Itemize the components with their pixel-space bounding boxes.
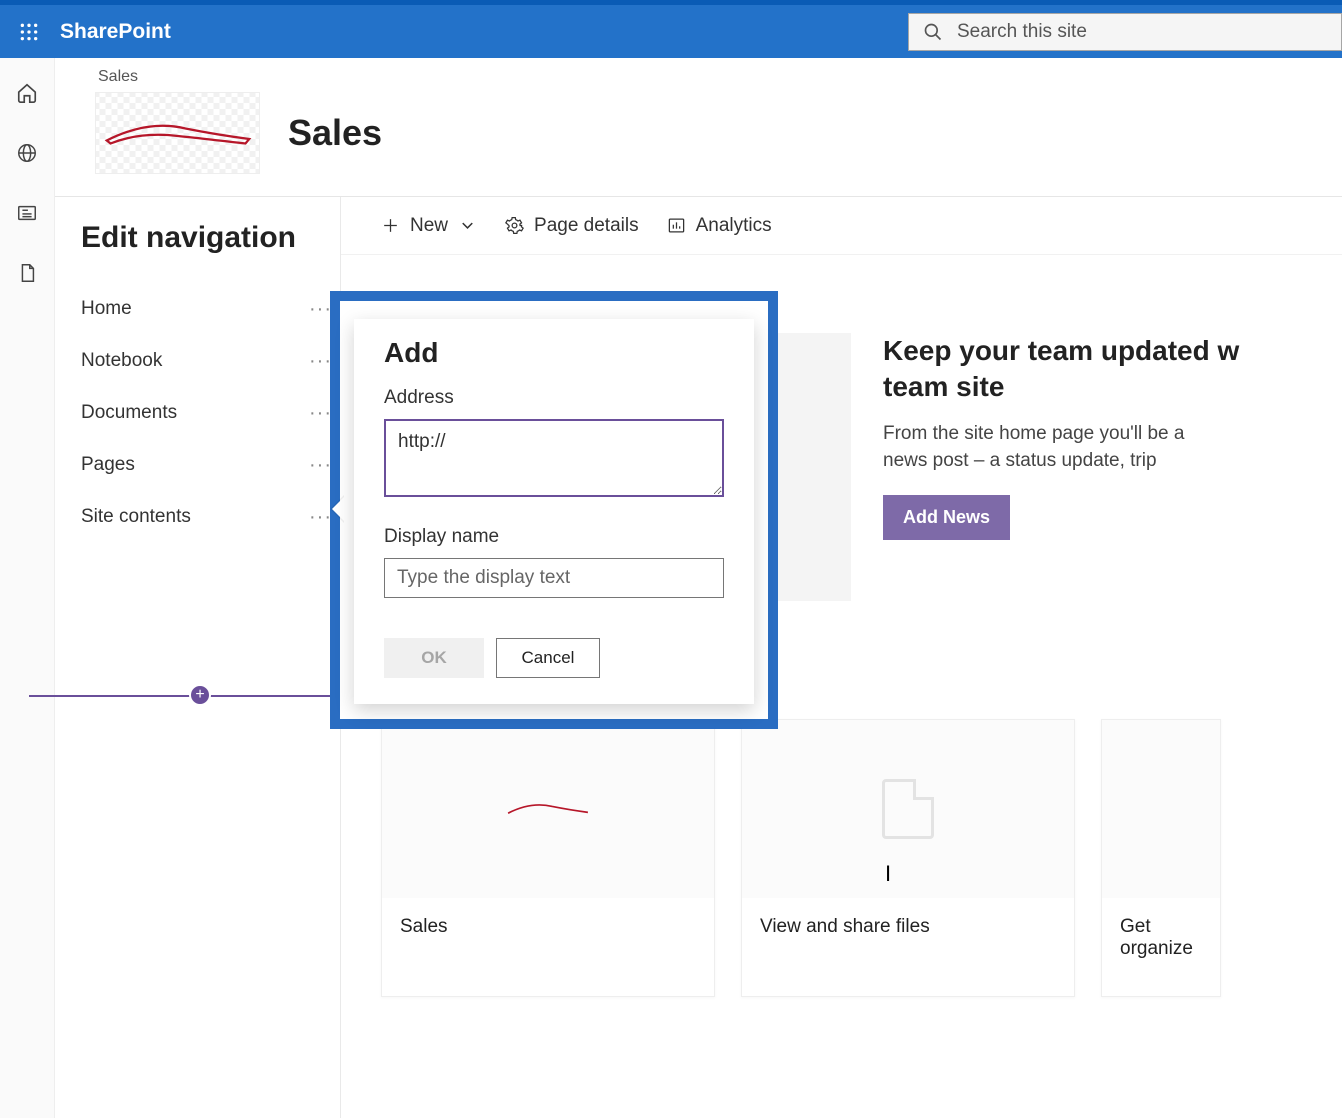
ellipsis-icon[interactable]: ··· (309, 402, 332, 425)
display-name-label: Display name (384, 526, 730, 548)
news-title: Keep your team updated wteam site (883, 333, 1239, 406)
new-button[interactable]: New (381, 215, 477, 237)
file-icon[interactable] (16, 262, 38, 284)
globe-icon[interactable] (16, 142, 38, 164)
quick-link-thumb (742, 720, 1074, 898)
gear-icon (505, 216, 524, 235)
search-icon (923, 22, 943, 42)
news-icon[interactable] (16, 202, 38, 224)
new-label: New (410, 215, 448, 237)
search-box[interactable] (908, 13, 1342, 51)
chevron-down-icon (458, 216, 477, 235)
document-icon (882, 779, 934, 839)
add-link-dialog-highlight: Add Address Display name OK Cancel I (330, 291, 778, 729)
nav-item-label: Site contents (81, 506, 191, 528)
add-link-insertion-line: + (29, 695, 340, 697)
edit-navigation-heading: Edit navigation (81, 221, 340, 255)
site-logo[interactable] (95, 92, 260, 174)
plus-icon (381, 216, 400, 235)
nav-item-label: Documents (81, 402, 177, 424)
app-launcher-icon[interactable] (0, 5, 58, 58)
nav-item-pages[interactable]: Pages ··· (81, 439, 340, 491)
quick-link-card[interactable]: View and share files (741, 719, 1075, 997)
quick-link-card[interactable]: Get organize (1101, 719, 1221, 997)
quick-link-title: Sales (382, 898, 714, 974)
nav-item-label: Pages (81, 454, 135, 476)
search-input[interactable] (957, 21, 1327, 43)
address-label: Address (384, 387, 730, 409)
nav-item-documents[interactable]: Documents ··· (81, 387, 340, 439)
nav-item-label: Notebook (81, 350, 162, 372)
ellipsis-icon[interactable]: ··· (309, 298, 332, 321)
page-details-label: Page details (534, 215, 639, 237)
suite-bar: SharePoint (0, 0, 1342, 58)
news-body: From the site home page you'll be a news… (883, 420, 1193, 475)
home-icon[interactable] (16, 82, 38, 104)
nav-item-notebook[interactable]: Notebook ··· (81, 335, 340, 387)
site-title: Sales (288, 112, 382, 154)
analytics-button[interactable]: Analytics (667, 215, 772, 237)
nav-item-site-contents[interactable]: Site contents ··· (81, 491, 340, 543)
address-input[interactable] (384, 419, 724, 497)
brand-label[interactable]: SharePoint (60, 20, 171, 44)
add-news-button[interactable]: Add News (883, 495, 1010, 540)
nav-item-label: Home (81, 298, 132, 320)
analytics-label: Analytics (696, 215, 772, 237)
site-header: Sales Sales (55, 58, 1342, 197)
command-bar: New Page details Analytics (341, 197, 1342, 255)
breadcrumb[interactable]: Sales (98, 68, 1342, 86)
add-link-dialog: Add Address Display name OK Cancel (354, 319, 754, 704)
cancel-button[interactable]: Cancel (496, 638, 600, 678)
page-details-button[interactable]: Page details (505, 215, 639, 237)
ok-button[interactable]: OK (384, 638, 484, 678)
quick-links-row: Sales View and share files Get organize (381, 719, 1342, 997)
quick-link-title: View and share files (742, 898, 1074, 974)
chart-icon (667, 216, 686, 235)
nav-item-home[interactable]: Home ··· (81, 283, 340, 335)
app-rail (0, 58, 55, 1118)
quick-link-thumb (1102, 720, 1220, 898)
quick-link-title: Get organize (1102, 898, 1220, 996)
add-link-button[interactable]: + (189, 684, 211, 706)
quick-link-thumb (382, 720, 714, 898)
display-name-input[interactable] (384, 558, 724, 598)
quick-link-card[interactable]: Sales (381, 719, 715, 997)
ellipsis-icon[interactable]: ··· (309, 454, 332, 477)
ellipsis-icon[interactable]: ··· (309, 350, 332, 373)
dialog-title: Add (384, 337, 730, 369)
ellipsis-icon[interactable]: ··· (309, 506, 332, 529)
edit-navigation-panel: Edit navigation Home ··· Notebook ··· Docu… (55, 197, 341, 1118)
